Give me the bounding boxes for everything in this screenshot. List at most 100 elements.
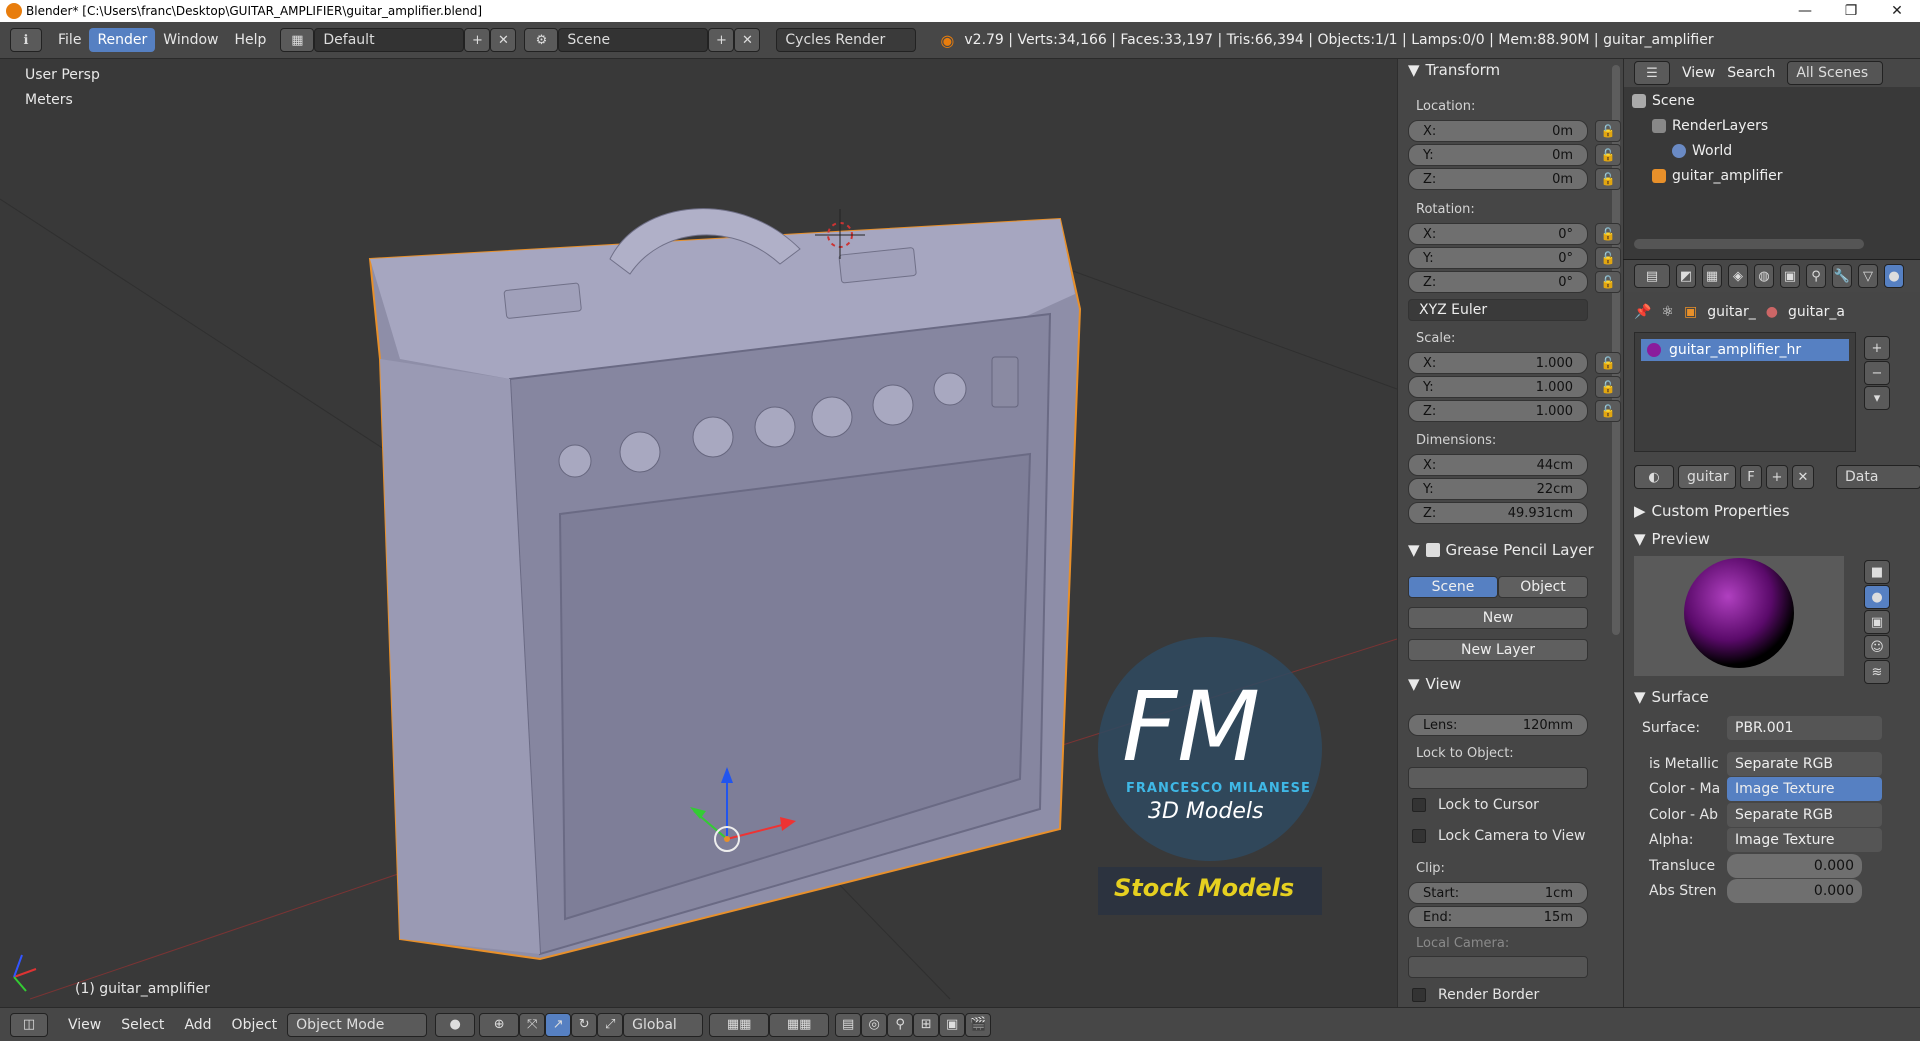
layers-tab-icon[interactable]: ▦ — [1702, 264, 1722, 288]
lock-icon[interactable]: 🔓 — [1595, 120, 1621, 142]
abs-strength-slider[interactable]: 0.000 — [1727, 879, 1862, 903]
menu-select[interactable]: Select — [111, 1017, 174, 1033]
world-tab-icon[interactable]: ◍ — [1754, 264, 1774, 288]
data-tab-icon[interactable]: ▽ — [1858, 264, 1878, 288]
lock-icon[interactable]: 🔓 — [1595, 144, 1621, 166]
rotation-y-field[interactable]: Y: 0° — [1408, 247, 1588, 269]
guitar-amplifier-model[interactable] — [368, 208, 1082, 961]
menu-file[interactable]: File — [50, 28, 89, 52]
clip-start-field[interactable]: Start: 1cm — [1408, 882, 1588, 904]
slot-menu-icon[interactable]: ▾ — [1864, 386, 1890, 410]
rotate-manipulator-icon[interactable]: ↻ — [571, 1012, 598, 1037]
custom-properties-header[interactable]: ▶ Custom Properties — [1634, 502, 1790, 520]
view-panel-header[interactable]: ▼ View — [1408, 675, 1461, 693]
lock-icon[interactable]: 🔓 — [1595, 247, 1621, 269]
input-link-select[interactable]: Image Texture — [1727, 828, 1882, 852]
render-icon[interactable]: ▣ — [939, 1012, 966, 1037]
lock-icon[interactable]: 🔓 — [1595, 352, 1621, 374]
menu-window[interactable]: Window — [155, 28, 226, 52]
remove-scene-icon[interactable]: ✕ — [734, 28, 761, 52]
preview-cube-icon[interactable]: ▣ — [1864, 610, 1890, 634]
pin-icon[interactable]: 📌 — [1634, 304, 1651, 320]
constraints-tab-icon[interactable]: ⚲ — [1806, 264, 1826, 288]
modifiers-tab-icon[interactable]: 🔧 — [1832, 264, 1852, 288]
minimize-button[interactable]: — — [1782, 3, 1828, 19]
material-name-field[interactable]: guitar — [1678, 465, 1736, 489]
preview-header[interactable]: ▼ Preview — [1634, 530, 1710, 548]
gp-scene-tab[interactable]: Scene — [1408, 576, 1498, 598]
lock-icon[interactable]: 🔓 — [1595, 376, 1621, 398]
outliner-item-renderlayers[interactable]: RenderLayers — [1652, 118, 1768, 134]
lens-field[interactable]: Lens: 120mm — [1408, 714, 1588, 736]
location-x-field[interactable]: X: 0m — [1408, 120, 1588, 142]
material-slot-list[interactable]: guitar_amplifier_hr — [1634, 332, 1856, 452]
screen-layout-field[interactable]: Default — [314, 28, 465, 52]
gp-new-layer-button[interactable]: New Layer — [1408, 639, 1588, 661]
manipulator-toggle-icon[interactable]: ⤧ — [519, 1012, 546, 1037]
preview-sphere-icon[interactable]: ● — [1864, 585, 1890, 609]
mode-select[interactable]: Object Mode — [287, 1012, 428, 1037]
lock-icon[interactable]: 🔓 — [1595, 168, 1621, 190]
transform-panel-header[interactable]: ▼ Transform — [1408, 61, 1500, 79]
editor-type-3dview-icon[interactable]: ◫ — [10, 1012, 48, 1037]
outliner-item-scene[interactable]: Scene — [1632, 93, 1695, 109]
scale-z-field[interactable]: Z: 1.000 — [1408, 400, 1588, 422]
menu-view[interactable]: View — [58, 1017, 111, 1033]
outliner-search-menu[interactable]: Search — [1727, 65, 1775, 81]
lock-icon[interactable]: 🔓 — [1595, 271, 1621, 293]
snap-icon[interactable]: ⚲ — [887, 1012, 914, 1037]
editor-type-icon[interactable]: ▤ — [1634, 264, 1670, 288]
outliner-scrollbar[interactable] — [1634, 239, 1864, 249]
3d-viewport[interactable]: User Persp Meters (1) guitar_amplifier F… — [0, 59, 1397, 1007]
material-preview[interactable] — [1634, 556, 1844, 676]
editor-type-icon[interactable]: ☰ — [1634, 61, 1670, 85]
proportional-edit-icon[interactable]: ◎ — [861, 1012, 888, 1037]
unlink-material-icon[interactable]: ✕ — [1792, 465, 1814, 489]
clip-end-field[interactable]: End: 15m — [1408, 906, 1588, 928]
gp-object-tab[interactable]: Object — [1498, 576, 1588, 598]
outliner-item-world[interactable]: World — [1672, 143, 1732, 159]
preview-flat-icon[interactable]: ■ — [1864, 560, 1890, 584]
render-engine-select[interactable]: Cycles Render — [776, 28, 917, 52]
surface-panel-header[interactable]: ▼ Surface — [1634, 688, 1709, 706]
outliner-item-guitar-amplifier[interactable]: guitar_amplifier — [1652, 168, 1783, 184]
rotation-x-field[interactable]: X: 0° — [1408, 223, 1588, 245]
layers-grid-icon[interactable]: ▦▦ — [709, 1012, 770, 1037]
scale-y-field[interactable]: Y: 1.000 — [1408, 376, 1588, 398]
outliner-view-menu[interactable]: View — [1682, 65, 1715, 81]
material-tab-icon[interactable]: ● — [1884, 264, 1904, 288]
lock-object-field[interactable] — [1408, 767, 1588, 789]
surface-select[interactable]: PBR.001 — [1727, 716, 1882, 740]
rotation-mode-select[interactable]: XYZ Euler — [1408, 299, 1588, 321]
scene-tab-icon[interactable]: ◈ — [1728, 264, 1748, 288]
layers-grid-icon[interactable]: ▦▦ — [769, 1012, 830, 1037]
lock-icon[interactable]: 🔓 — [1595, 400, 1621, 422]
lock-camera-checkbox[interactable]: Lock Camera to View — [1412, 828, 1586, 844]
input-link-select[interactable]: Separate RGB — [1727, 803, 1882, 827]
location-y-field[interactable]: Y: 0m — [1408, 144, 1588, 166]
orientation-select[interactable]: Global — [623, 1012, 704, 1037]
material-slot-item[interactable]: guitar_amplifier_hr — [1641, 339, 1849, 361]
lock-to-cursor-checkbox[interactable]: Lock to Cursor — [1412, 797, 1539, 813]
rotation-z-field[interactable]: Z: 0° — [1408, 271, 1588, 293]
menu-help[interactable]: Help — [226, 28, 274, 52]
dimension-y-field[interactable]: Y: 22cm — [1408, 478, 1588, 500]
data-link-select[interactable]: Data — [1836, 465, 1920, 489]
editor-type-info-icon[interactable]: ℹ — [10, 28, 42, 52]
snap-element-icon[interactable]: ⊞ — [913, 1012, 940, 1037]
add-scene-icon[interactable]: + — [708, 28, 735, 52]
dimension-x-field[interactable]: X: 44cm — [1408, 454, 1588, 476]
render-border-checkbox[interactable]: Render Border — [1412, 987, 1539, 1003]
preview-monkey-icon[interactable]: ☺ — [1864, 635, 1890, 659]
preview-hair-icon[interactable]: ≋ — [1864, 660, 1890, 684]
grease-pencil-panel-header[interactable]: ▼ Grease Pencil Layer — [1408, 541, 1594, 559]
path-object[interactable]: guitar_ — [1707, 304, 1755, 320]
lock-icon[interactable]: 🔓 — [1595, 223, 1621, 245]
object-tab-icon[interactable]: ▣ — [1780, 264, 1800, 288]
location-z-field[interactable]: Z: 0m — [1408, 168, 1588, 190]
fake-user-button[interactable]: F — [1740, 465, 1762, 489]
scale-x-field[interactable]: X: 1.000 — [1408, 352, 1588, 374]
pivot-point-icon[interactable]: ⊕ — [479, 1012, 520, 1037]
lock-layers-icon[interactable]: ▤ — [835, 1012, 862, 1037]
scene-icon[interactable]: ⚙ — [524, 28, 559, 52]
